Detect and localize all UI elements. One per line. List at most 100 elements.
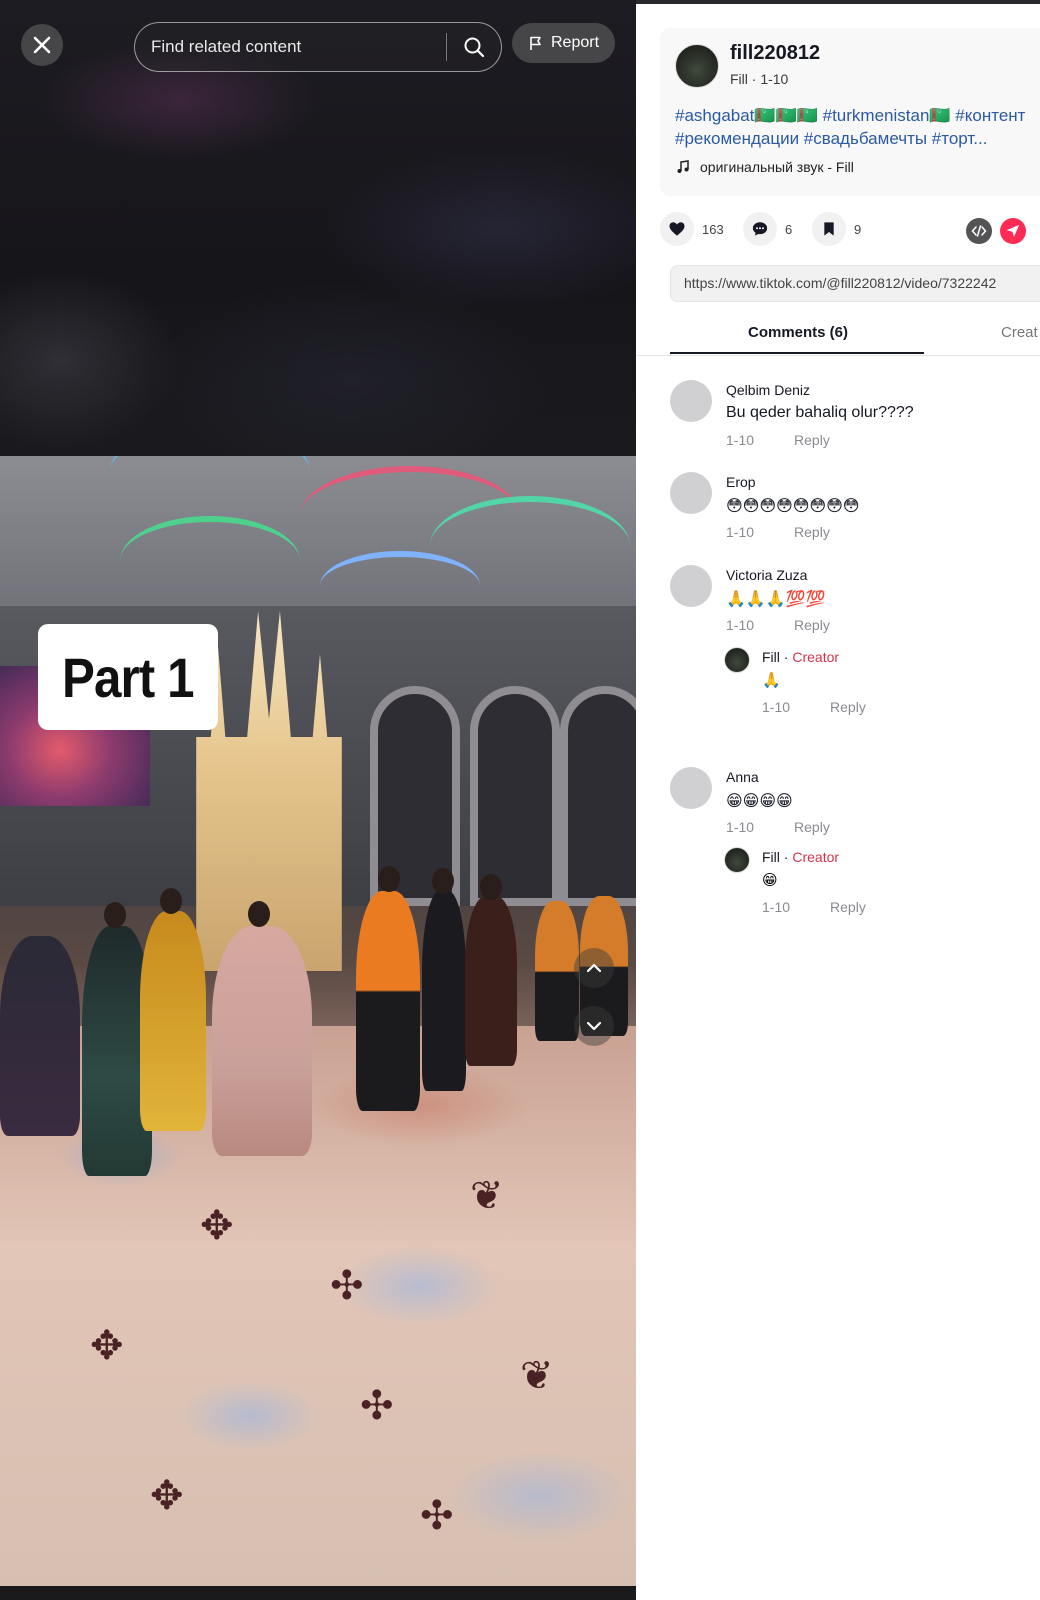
guest-head [480, 874, 502, 900]
reply-button[interactable]: Reply [794, 432, 830, 448]
floor-motif: ✣ [330, 1264, 364, 1308]
guest-head [378, 866, 400, 892]
reply-button[interactable]: Reply [794, 819, 830, 835]
like-button[interactable] [660, 212, 694, 246]
sound-link[interactable]: оригинальный звук - Fill [676, 159, 854, 175]
report-button[interactable]: Report [512, 23, 615, 63]
comment-meta: 1-10 Reply [726, 432, 830, 448]
bookmark-icon [824, 222, 834, 236]
chevron-up-icon [586, 963, 602, 973]
reply-author-name: Fill [762, 649, 780, 665]
music-note-icon [677, 160, 689, 173]
comment-date: 1-10 [726, 819, 755, 835]
video-overlay-text: Part 1 [62, 645, 195, 709]
hashtags-line-2[interactable]: #рекомендации #свадьбамечты #торт... [675, 127, 1040, 150]
guest-head [432, 868, 454, 894]
like-count: 163 [702, 221, 724, 237]
floor-motif: ✥ [90, 1324, 124, 1368]
tab-comments[interactable]: Comments (6) [748, 324, 848, 341]
search-button[interactable] [447, 23, 501, 71]
reply-author-name: Fill [762, 849, 780, 865]
comment-date: 1-10 [726, 432, 755, 448]
reply-button[interactable]: Reply [830, 899, 866, 915]
comment-meta: 1-10 Reply [726, 524, 830, 540]
chevron-down-icon [586, 1021, 602, 1031]
guest-figure [465, 896, 517, 1066]
floor-motif: ✣ [360, 1384, 394, 1428]
commenter-name[interactable]: Victoria Zuza [726, 567, 807, 583]
embed-code-icon [971, 225, 987, 237]
previous-video-button[interactable] [574, 948, 614, 988]
next-video-button[interactable] [574, 1006, 614, 1046]
search-icon [464, 37, 485, 58]
commenter-avatar[interactable] [670, 565, 712, 607]
floor-motif: ✥ [150, 1474, 184, 1518]
like-action[interactable]: 163 [660, 212, 724, 246]
guest-figure [0, 936, 80, 1136]
reply-meta: 1-10 Reply [762, 699, 866, 715]
hashtags-line-1[interactable]: #ashgabat🇹🇲🇹🇲🇹🇲 #turkmenistan🇹🇲 #контент [675, 104, 1040, 127]
guest-head [160, 888, 182, 914]
neon-light [120, 516, 300, 606]
guest-figure [356, 891, 420, 1111]
guest-figure [212, 926, 312, 1156]
comment-text: 😁😁😁😁 [726, 793, 793, 810]
save-button[interactable] [812, 212, 846, 246]
engagement-bar: 163 6 9 [660, 212, 1040, 252]
sound-label: оригинальный звук - Fill [700, 159, 854, 175]
reply-author[interactable]: Fill · Creator [762, 649, 839, 665]
guest-head [104, 902, 126, 928]
video-text-overlay: Part 1 [38, 624, 218, 730]
copy-link-field[interactable]: https://www.tiktok.com/@fill220812/video… [670, 265, 1040, 302]
comment-text: 😳😳😳😳😳😳😳😳 [726, 498, 860, 515]
comment-button[interactable] [743, 212, 777, 246]
wall-arch [560, 686, 636, 906]
reply-button[interactable]: Reply [794, 524, 830, 540]
reply-author[interactable]: Fill · Creator [762, 849, 839, 865]
floor-motif: ❦ [470, 1174, 504, 1218]
comment-date: 1-10 [726, 524, 755, 540]
floor-motif: ✣ [420, 1494, 454, 1538]
comment-action[interactable]: 6 [743, 212, 792, 246]
author-username[interactable]: fill220812 [730, 42, 820, 65]
commenter-avatar[interactable] [670, 767, 712, 809]
creator-avatar[interactable] [724, 647, 750, 673]
video-progress-area[interactable] [0, 1586, 636, 1600]
tab-creator-videos[interactable]: Creat [1001, 324, 1038, 341]
guest-figure [422, 891, 466, 1091]
comment-meta: 1-10 Reply [726, 819, 830, 835]
author-subline: Fill · 1-10 [730, 71, 789, 87]
post-description: #ashgabat🇹🇲🇹🇲🇹🇲 #turkmenistan🇹🇲 #контент… [675, 104, 1040, 150]
floor-motif: ❦ [520, 1354, 554, 1398]
video-panel[interactable]: ✣ ✥ ✣ ❦ ✥ ✣ ❦ ✥ ✣ Part 1 [0, 0, 636, 1600]
flag-icon [530, 36, 541, 50]
close-button[interactable] [21, 24, 63, 66]
commenter-name[interactable]: Qelbim Deniz [726, 382, 810, 398]
reply-text: 🙏 [762, 672, 781, 689]
commenter-name[interactable]: Erop [726, 474, 756, 490]
reply-button[interactable]: Reply [830, 699, 866, 715]
comment-text: 🙏🙏🙏💯💯 [726, 591, 826, 608]
creator-avatar[interactable] [724, 847, 750, 873]
send-to-friends-button[interactable] [1000, 218, 1026, 244]
details-panel: fill220812 Fill · 1-10 #ashgabat🇹🇲🇹🇲🇹🇲 #… [636, 0, 1040, 1600]
commenter-name[interactable]: Anna [726, 769, 759, 785]
active-tab-indicator [670, 352, 924, 354]
send-icon [1006, 224, 1020, 238]
comment-count: 6 [785, 221, 793, 237]
creator-badge: Creator [792, 849, 840, 865]
author-avatar[interactable] [675, 44, 719, 88]
commenter-avatar[interactable] [670, 380, 712, 422]
commenter-avatar[interactable] [670, 472, 712, 514]
search-input[interactable] [135, 23, 446, 71]
floor-motif: ✥ [200, 1204, 234, 1248]
comment-meta: 1-10 Reply [726, 617, 830, 633]
heart-icon [669, 222, 685, 236]
embed-button[interactable] [966, 218, 992, 244]
save-count: 9 [854, 221, 862, 237]
wall-arch [470, 686, 560, 906]
report-label: Report [550, 34, 600, 51]
close-icon [33, 36, 51, 54]
reply-button[interactable]: Reply [794, 617, 830, 633]
save-action[interactable]: 9 [812, 212, 861, 246]
